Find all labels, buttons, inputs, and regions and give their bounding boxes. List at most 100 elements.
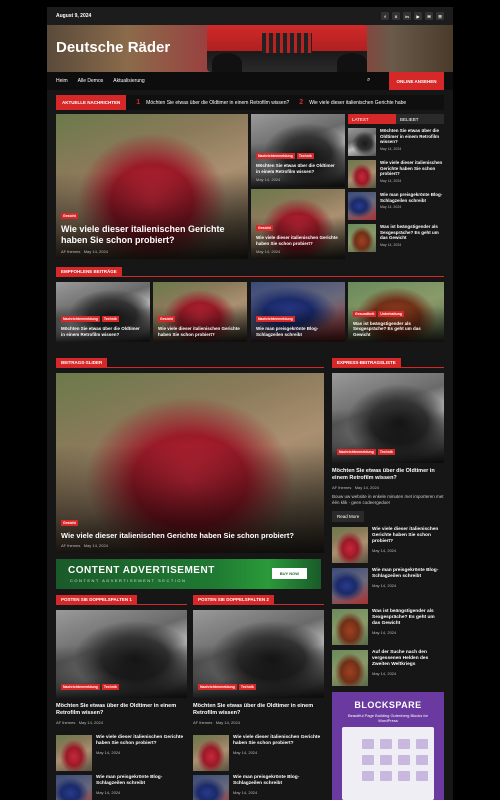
category-tag[interactable]: Technik [101,684,119,690]
category-tag[interactable]: Nachrichtenmeldung [61,684,100,690]
list-item-title[interactable]: Wie viele dieser italienischen Gerichte … [372,527,444,545]
side-post-title[interactable]: Wie viele dieser italienischen Gerichte … [380,160,444,177]
search-icon[interactable]: ⌕ [367,77,370,84]
list-item-title[interactable]: Wie viele dieser italienischen Gerichte … [96,735,187,747]
side-post-title[interactable]: Möchten Sie etwas über die Oldtimer in e… [380,128,444,145]
post-thumbnail[interactable] [332,568,368,604]
category-tag[interactable]: Nachrichtenmeldung [198,684,237,690]
featured-post[interactable]: Nachrichtenmeldung Technik Möchten Sie etw… [56,282,150,342]
double2-post-title[interactable]: Möchten Sie etwas über die Oldtimer in e… [193,703,324,717]
post-thumbnail[interactable] [56,735,92,771]
post-thumbnail[interactable] [193,735,229,771]
express-list-item[interactable]: Was ist beängstigender als Sexgespräche?… [332,609,444,645]
category-tag[interactable]: Nachrichtenmeldung [61,316,100,322]
featured-post[interactable]: Gesicht Wie viele dieser italienischen Ge… [153,282,247,342]
slider-post[interactable]: Gesicht Wie viele dieser italienischen G… [56,373,324,553]
hero-post[interactable]: Gesicht Wie viele dieser italienischen G… [56,114,248,259]
double2-list-item[interactable]: Wie man preisgekrönte Blog-Schlagzeilen … [193,775,324,800]
post-thumbnail[interactable] [348,224,376,252]
author[interactable]: AF themes [193,720,212,725]
category-tag[interactable]: Technik [296,153,314,159]
express-main-post[interactable]: Nachrichtenmeldung Technik [332,373,444,463]
post-thumbnail[interactable] [348,160,376,188]
double2-list-item[interactable]: Wie viele dieser italienischen Gerichte … [193,735,324,771]
double1-list-item[interactable]: Wie man preisgekrönte Blog-Schlagzeilen … [56,775,187,800]
ticker-item[interactable]: 1 Möchten Sie etwas über die Oldtimer in… [136,99,289,106]
list-item-title[interactable]: Wie man preisgekrönte Blog-Schlagzeilen … [96,775,187,787]
featured-post-title[interactable]: Wie viele dieser italienischen Gerichte … [158,326,242,337]
nav-item-all-demos[interactable]: Alle Demos [78,78,104,84]
side-post[interactable]: Wie viele dieser italienischen Gerichte … [348,160,444,188]
ticker-item[interactable]: 2 Wie viele dieser italienischen Gericht… [299,99,406,106]
side-post-title[interactable]: Was ist beängstigender als Sexgespräche?… [380,224,444,241]
express-post-title[interactable]: Möchten Sie etwas über die Oldtimer in e… [332,468,444,482]
category-tag[interactable]: Gesicht [256,225,273,231]
category-tag[interactable]: Gesicht [61,213,78,219]
linkedin-icon[interactable]: in [403,12,411,20]
x-icon[interactable]: X [392,12,400,20]
read-more-button[interactable]: Read More [332,511,365,522]
double1-post-title[interactable]: Möchten Sie etwas über die Oldtimer in e… [56,703,187,717]
mail-icon[interactable]: ✉ [425,12,433,20]
featured-post[interactable]: Gesundheit Unterhaltung Was ist beängstige… [348,282,444,342]
post-thumbnail[interactable] [348,128,376,156]
category-tag[interactable]: Gesicht [158,316,175,322]
list-item-title[interactable]: Wie man preisgekrönte Blog-Schlagzeilen … [233,775,324,787]
post-thumbnail[interactable] [332,650,368,686]
author[interactable]: AF themes [332,485,351,490]
buy-now-button[interactable]: BUY NOW [271,568,307,579]
tab-latest[interactable]: LATEST [348,114,396,124]
category-tag[interactable]: Nachrichtenmeldung [256,316,295,322]
express-list-item[interactable]: Wie man preisgekrönte Blog-Schlagzeilen … [332,568,444,604]
express-list-item[interactable]: Auf der Suche nach den vergessenen Helde… [332,650,444,686]
featured-post[interactable]: Nachrichtenmeldung Wie man preisgekrönte … [251,282,345,342]
side-post-title[interactable]: Wie man preisgekrönte Blog-Schlagzeilen … [380,192,444,203]
category-tag[interactable]: Gesundheit [353,310,377,317]
category-tag[interactable]: Nachrichtenmeldung [256,153,295,159]
blockspare-ad[interactable]: BLOCKSPARE Beautiful Page Building Guten… [332,692,444,800]
featured-post-title[interactable]: Möchten Sie etwas über die Oldtimer in e… [61,326,145,337]
side-post[interactable]: Wie man preisgekrönte Blog-Schlagzeilen … [348,192,444,220]
youtube-icon[interactable]: ▶ [414,12,422,20]
grid-post[interactable]: Gesicht Wie viele dieser italienischen G… [251,189,345,259]
grid-post-title[interactable]: Möchten Sie etwas über die Oldtimer in e… [256,163,340,174]
category-tag[interactable]: Unterhaltung [378,310,405,317]
category-tag[interactable]: Gesicht [61,520,78,526]
watch-online-button[interactable]: ONLINE ANSEHEN [389,72,444,90]
hero-title[interactable]: Wie viele dieser italienischen Gerichte … [61,224,243,246]
category-tag[interactable]: Technik [377,449,395,455]
featured-post-title[interactable]: Wie man preisgekrönte Blog-Schlagzeilen … [256,326,340,337]
side-post[interactable]: Was ist beängstigender als Sexgespräche?… [348,224,444,252]
category-tag[interactable]: Technik [238,684,256,690]
tab-popular[interactable]: BELIEBT [396,114,444,124]
post-thumbnail[interactable] [56,775,92,800]
featured-post-title[interactable]: Was ist beängstigender als Sexgespräche?… [353,321,439,338]
grid-post-title[interactable]: Wie viele dieser italienischen Gerichte … [256,235,340,246]
grid-post[interactable]: Nachrichtenmeldung Technik Möchten Sie et… [251,114,345,187]
menu-icon[interactable]: ☰ [436,12,444,20]
slider-post-title[interactable]: Wie viele dieser italienischen Gerichte … [61,531,319,540]
category-tag[interactable]: Technik [101,316,119,322]
nav-item-home[interactable]: Heim [56,78,68,84]
author[interactable]: AF themes [61,543,80,548]
site-title[interactable]: Deutsche Räder [56,39,170,56]
post-thumbnail[interactable] [332,609,368,645]
double1-list-item[interactable]: Wie viele dieser italienischen Gerichte … [56,735,187,771]
list-item-title[interactable]: Auf der Suche nach den vergessenen Helde… [372,650,444,668]
list-item-title[interactable]: Wie man preisgekrönte Blog-Schlagzeilen … [372,568,444,580]
content-advertisement[interactable]: CONTENT ADVERTISEMENT CONTENT ADVERTISEM… [56,559,321,589]
facebook-icon[interactable]: f [381,12,389,20]
post-thumbnail[interactable] [193,775,229,800]
nav-item-update[interactable]: Aktualisierung [113,78,144,84]
express-list-item[interactable]: Wie viele dieser italienischen Gerichte … [332,527,444,563]
author[interactable]: AF themes [56,720,75,725]
post-thumbnail[interactable] [348,192,376,220]
category-tag[interactable]: Nachrichtenmeldung [337,449,376,455]
list-item-title[interactable]: Wie viele dieser italienischen Gerichte … [233,735,324,747]
double2-main-post[interactable]: Nachrichtenmeldung Technik [193,610,324,698]
list-item-title[interactable]: Was ist beängstigender als Sexgespräche?… [372,609,444,627]
double1-main-post[interactable]: Nachrichtenmeldung Technik [56,610,187,698]
side-post[interactable]: Möchten Sie etwas über die Oldtimer in e… [348,128,444,156]
author[interactable]: AF themes [61,249,80,254]
post-thumbnail[interactable] [332,527,368,563]
